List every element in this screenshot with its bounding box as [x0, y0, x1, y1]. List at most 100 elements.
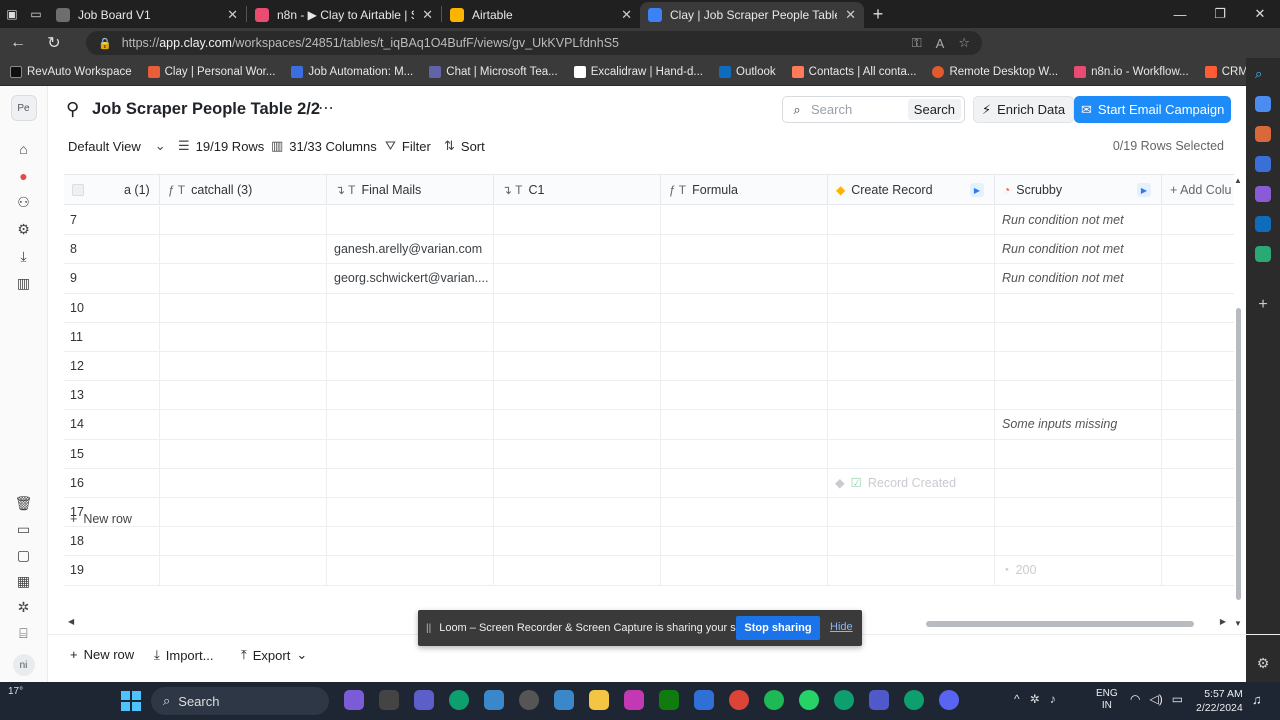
table-cell[interactable] [661, 381, 828, 410]
hide-link[interactable]: Hide [830, 621, 853, 633]
table-cell[interactable]: ganesh.arelly@varian.com [327, 235, 494, 264]
columns-button[interactable]: ▥ 31/33 Columns [271, 138, 377, 154]
system-icons[interactable]: ◠ ◁) ▭ [1130, 692, 1183, 706]
table-cell[interactable] [160, 439, 327, 468]
tab-actions-icon[interactable]: ▭ [24, 4, 48, 24]
start-email-campaign-button[interactable]: ✉ Start Email Campaign [1074, 96, 1232, 123]
add-person-icon[interactable]: ⚇ [14, 193, 34, 213]
import-button[interactable]: ⤓ Import... [154, 647, 213, 663]
table-cell[interactable]: ◆ ☑ Record Created [828, 468, 995, 497]
tools-icon[interactable] [1255, 126, 1271, 142]
table-cell[interactable] [160, 381, 327, 410]
search-icon[interactable]: ⌕ [1255, 66, 1271, 82]
table-cell[interactable] [327, 381, 494, 410]
table-cell[interactable] [116, 439, 160, 468]
table-cell[interactable] [494, 235, 661, 264]
table-cell[interactable] [116, 527, 160, 556]
table-cell[interactable]: Run condition not met [995, 264, 1162, 293]
tray-app-icon[interactable]: ✲ [1030, 692, 1040, 706]
weather-widget[interactable]: 17° [8, 686, 23, 697]
table-row[interactable]: 17 [64, 498, 1234, 528]
bookmark-item[interactable]: Clay | Personal Wor... [147, 65, 275, 78]
table-cell[interactable] [494, 206, 661, 235]
table-cell[interactable] [1162, 323, 1234, 351]
table-cell[interactable] [828, 235, 995, 264]
app-icon[interactable] [484, 690, 504, 710]
search-button[interactable]: Search [907, 99, 961, 120]
integrations-icon[interactable]: ✲ [14, 597, 34, 617]
table-cell[interactable] [828, 293, 995, 322]
table-cell[interactable] [828, 439, 995, 468]
app-icon[interactable] [624, 690, 644, 710]
table-cell[interactable] [327, 468, 494, 497]
table-cell[interactable] [160, 322, 327, 351]
edge-icon[interactable] [834, 690, 854, 710]
table-row[interactable]: 11 [64, 322, 1234, 352]
windows-start-icon[interactable] [121, 691, 141, 711]
table-cell[interactable] [160, 410, 327, 439]
tab-airtable[interactable]: Airtable ✕ [442, 2, 640, 28]
table-cell[interactable] [828, 322, 995, 351]
column-header-catchall[interactable]: ƒ T catchall (3) [160, 175, 327, 205]
table-cell[interactable] [160, 264, 327, 293]
close-icon[interactable]: ✕ [621, 7, 632, 23]
table-cell[interactable] [995, 322, 1162, 351]
table-row[interactable]: 12 [64, 352, 1234, 382]
table-cell[interactable] [494, 410, 661, 439]
file-explorer-icon[interactable] [589, 690, 609, 710]
bookmark-item[interactable]: Chat | Microsoft Tea... [429, 65, 558, 78]
table-cell[interactable] [116, 293, 160, 322]
table-cell[interactable] [1162, 264, 1234, 292]
table-cell[interactable] [661, 206, 828, 235]
lock-icon[interactable]: 🔒 [98, 37, 112, 50]
table-row[interactable]: 8 ganesh.arelly@varian.com Run condition n… [64, 235, 1234, 265]
table-cell[interactable] [828, 527, 995, 556]
edge-icon[interactable] [449, 690, 469, 710]
table-cell[interactable] [160, 293, 327, 322]
outlook-icon[interactable] [1255, 216, 1271, 232]
view-selector[interactable]: Default View ⌄ [68, 138, 166, 154]
bookmark-item[interactable]: RevAuto Workspace [10, 65, 132, 78]
table-cell[interactable] [494, 439, 661, 468]
key-icon[interactable]: ⚿ [912, 35, 922, 51]
close-icon[interactable]: ✕ [227, 7, 238, 23]
table-cell[interactable] [661, 527, 828, 556]
table-cell[interactable] [661, 439, 828, 468]
table-cell[interactable] [160, 527, 327, 556]
table-row[interactable]: 9 georg.schwickert@varian.... Run conditio… [64, 264, 1234, 294]
table-cell[interactable] [327, 206, 494, 235]
table-cell[interactable] [116, 235, 160, 264]
pause-icon[interactable]: || [426, 623, 431, 634]
table-cell[interactable] [661, 556, 828, 585]
add-sidebar-app-icon[interactable]: + [1258, 296, 1267, 314]
bookmark-item[interactable]: Contacts | All conta... [791, 65, 916, 78]
table-cell[interactable] [1162, 469, 1234, 497]
page-title[interactable]: Job Scraper People Table 2/2 [92, 100, 320, 119]
table-cell[interactable] [661, 410, 828, 439]
table-cell[interactable] [828, 556, 995, 585]
edge-icon[interactable] [904, 690, 924, 710]
book-icon[interactable]: ▥ [14, 274, 34, 294]
new-row-inline[interactable]: + New row [70, 512, 132, 526]
table-cell[interactable] [995, 352, 1162, 381]
table-cell[interactable] [1162, 440, 1234, 468]
table-cell[interactable] [116, 206, 160, 235]
table-cell[interactable] [116, 556, 160, 585]
table-cell[interactable] [116, 381, 160, 410]
workspaces-icon[interactable]: ▣ [0, 4, 24, 24]
app-icon[interactable] [379, 690, 399, 710]
notification-icon[interactable]: ● [14, 166, 34, 186]
run-column-icon[interactable]: ▶ [1137, 183, 1151, 197]
minimize-icon[interactable]: — [1160, 0, 1200, 28]
refresh-icon[interactable]: ↻ [36, 33, 72, 53]
close-icon[interactable]: ✕ [845, 7, 856, 23]
table-cell[interactable]: ◔ 200 [995, 556, 1162, 585]
table-cell[interactable] [160, 468, 327, 497]
table-cell[interactable] [494, 352, 661, 381]
notification-bell-icon[interactable]: ♫ [1252, 692, 1262, 707]
table-cell[interactable] [828, 352, 995, 381]
bookmark-item[interactable]: Remote Desktop W... [932, 65, 1058, 78]
table-cell[interactable]: georg.schwickert@varian.... [327, 264, 494, 293]
taskbar-search[interactable]: ⌕ Search [151, 687, 329, 715]
table-cell[interactable] [995, 293, 1162, 322]
